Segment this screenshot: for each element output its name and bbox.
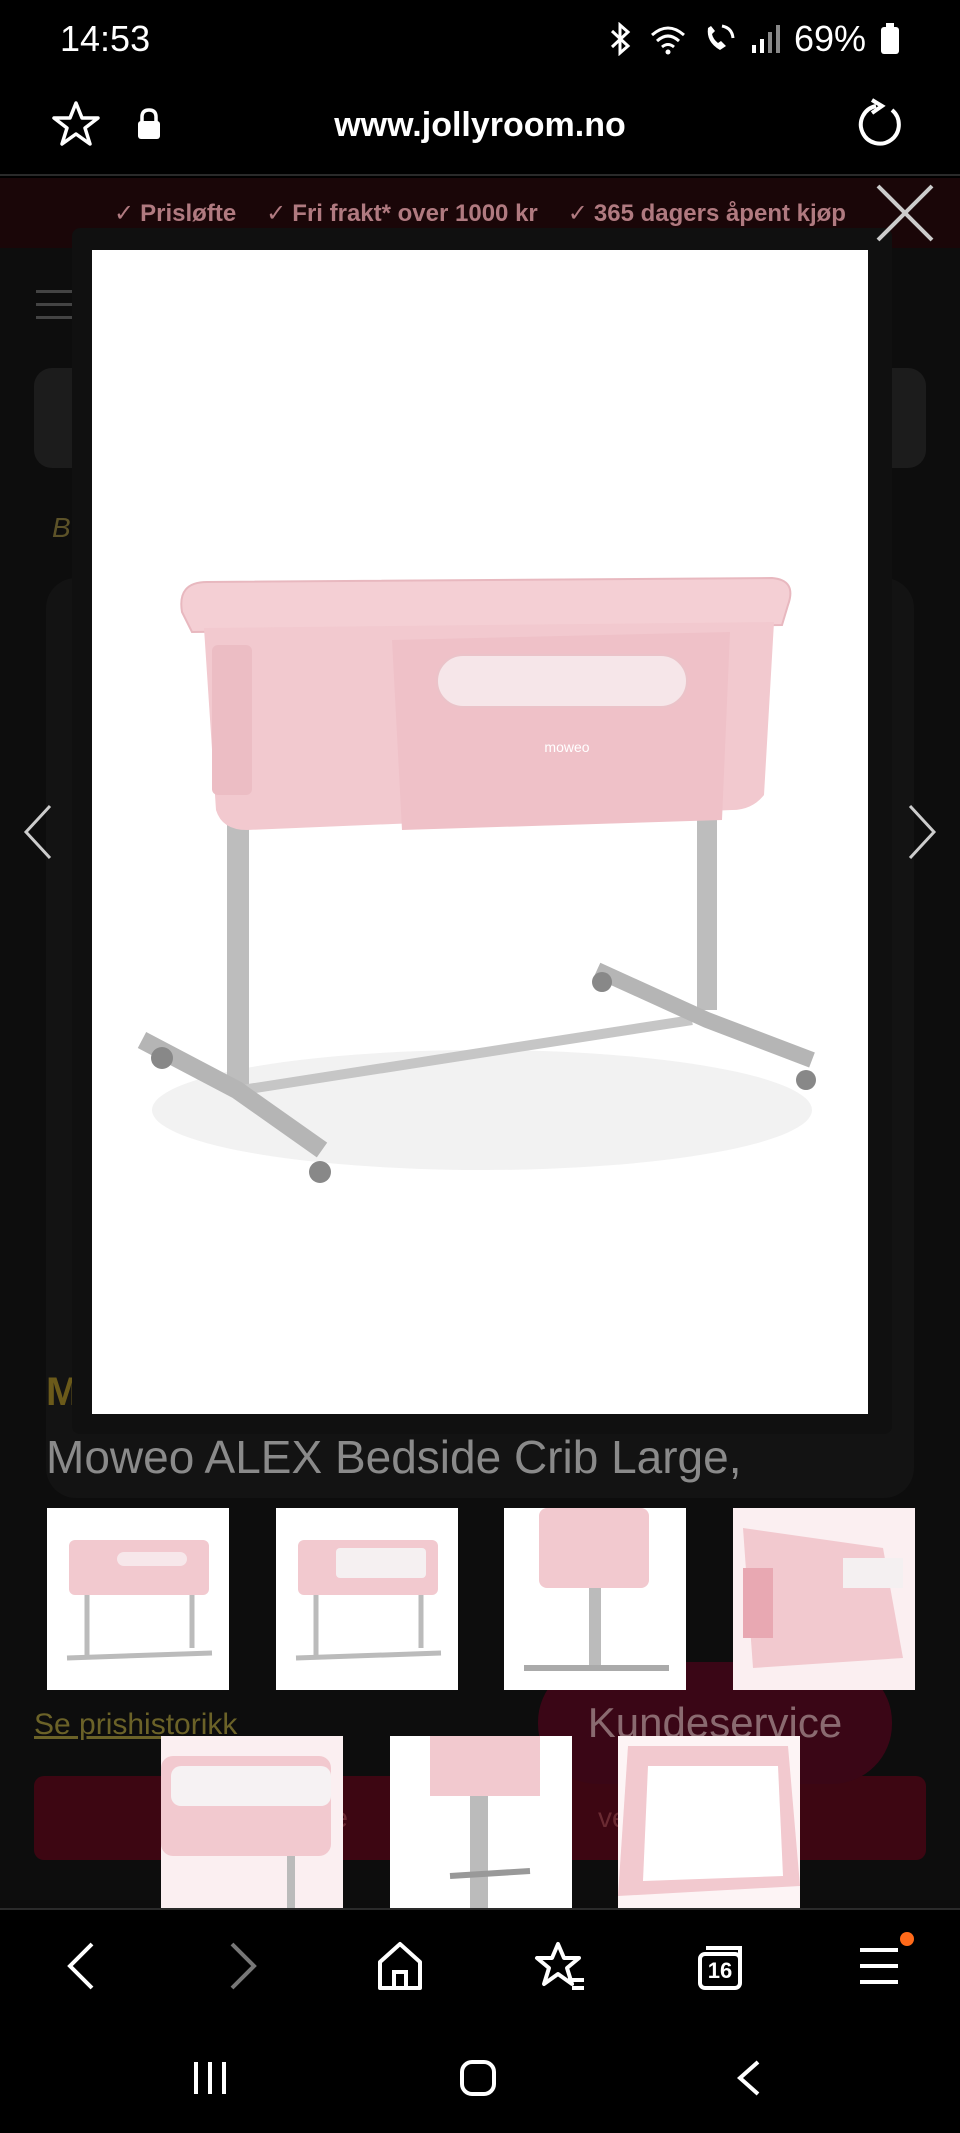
reload-icon[interactable] xyxy=(852,98,906,152)
close-icon[interactable] xyxy=(870,178,940,248)
status-bar: 14:53 69% xyxy=(0,0,960,80)
wifi-call-icon xyxy=(707,24,735,50)
bookmarks-icon[interactable] xyxy=(534,1940,586,1992)
back-icon[interactable] xyxy=(62,1940,102,1992)
product-title: Moweo ALEX Bedside Crib Large, xyxy=(46,1431,742,1483)
thumbnail-2[interactable] xyxy=(276,1508,458,1690)
url-text[interactable]: www.jollyroom.no xyxy=(0,106,960,145)
thumbnail-5[interactable] xyxy=(161,1736,343,1908)
bluetooth-icon xyxy=(610,22,631,56)
battery-icon xyxy=(881,23,899,54)
home-icon[interactable] xyxy=(376,1940,424,1992)
wifi-icon xyxy=(650,26,685,55)
menu-icon[interactable] xyxy=(36,290,72,320)
forward-icon[interactable] xyxy=(222,1940,262,1992)
chevron-left-icon[interactable] xyxy=(18,800,58,864)
signal-icon xyxy=(751,25,780,53)
thumbnail-1[interactable] xyxy=(47,1508,229,1690)
thumbnail-3[interactable] xyxy=(504,1508,686,1690)
status-time: 14:53 xyxy=(60,18,151,59)
chevron-right-icon[interactable] xyxy=(902,800,942,864)
menu-icon[interactable] xyxy=(858,1940,900,1992)
tabs-button[interactable]: 16 xyxy=(694,1940,746,1992)
battery-percent: 69% xyxy=(793,18,866,59)
thumbnail-4[interactable] xyxy=(733,1508,915,1690)
promo-item: ✓ Prisløfte xyxy=(114,199,237,227)
thumbnail-7[interactable] xyxy=(618,1736,800,1908)
system-back-icon[interactable] xyxy=(730,2058,770,2098)
system-nav-bar xyxy=(0,2018,960,2133)
thumbnail-6[interactable] xyxy=(390,1736,572,1908)
browser-bottom-nav: 16 xyxy=(0,1908,960,2018)
product-image[interactable]: moweo xyxy=(92,250,868,1414)
promo-item: ✓ Fri frakt* over 1000 kr xyxy=(266,199,538,227)
recent-apps-icon[interactable] xyxy=(190,2058,230,2098)
breadcrumb[interactable]: B xyxy=(52,512,71,544)
bedside-crib-image: moweo xyxy=(137,576,816,1183)
status-icons: 69% xyxy=(608,18,900,60)
product-logo: moweo xyxy=(544,739,589,755)
home-button-icon[interactable] xyxy=(458,2058,498,2098)
notification-dot xyxy=(900,1932,914,1946)
browser-url-bar: www.jollyroom.no xyxy=(0,80,960,176)
tab-count: 16 xyxy=(707,1958,733,1983)
promo-item: ✓ 365 dagers åpent kjøp xyxy=(567,199,846,227)
